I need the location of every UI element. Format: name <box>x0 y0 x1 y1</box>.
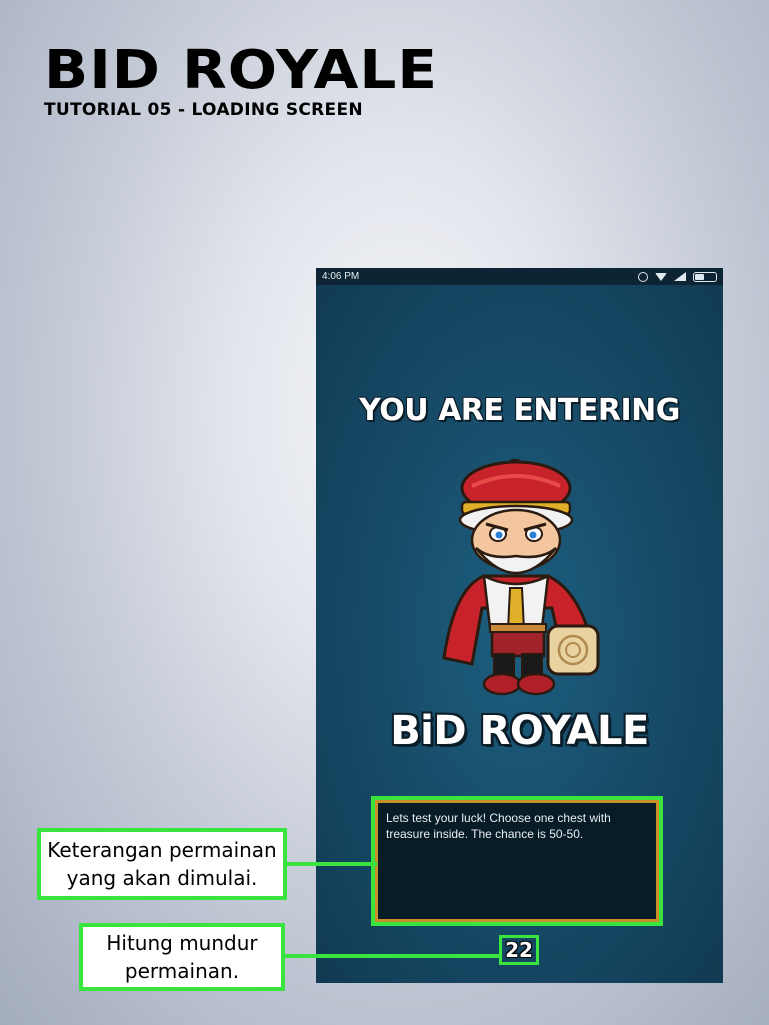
king-mascot-illustration <box>442 459 600 696</box>
phone-screen: 4:06 PM YOU ARE ENTERING BiD ROYALE Lets… <box>316 268 723 983</box>
battery-icon <box>693 271 717 282</box>
description-callout-line-1: Keterangan permainan <box>47 838 277 862</box>
status-time: 4:06 PM <box>322 271 360 282</box>
description-callout-line-2: yang akan dimulai. <box>66 866 258 890</box>
countdown-connector-line <box>285 954 500 958</box>
countdown-callout: Hitung mundur permainan. <box>79 923 285 991</box>
game-title-logo: BiD ROYALE <box>390 708 649 754</box>
countdown-callout-line-2: permainan. <box>124 959 240 983</box>
countdown-timer: 22 <box>499 935 539 965</box>
description-connector-line <box>287 862 377 866</box>
wifi-icon <box>655 272 667 281</box>
document-title: BID ROYALE <box>44 38 438 101</box>
signal-icon <box>674 272 686 281</box>
status-icons <box>638 271 717 282</box>
countdown-callout-line-1: Hitung mundur <box>106 931 258 955</box>
alarm-icon <box>638 271 648 282</box>
description-callout: Keterangan permainan yang akan dimulai. <box>37 828 287 900</box>
document-subtitle: TUTORIAL 05 - LOADING SCREEN <box>44 100 363 120</box>
entering-heading: YOU ARE ENTERING <box>359 393 680 428</box>
game-description-panel: Lets test your luck! Choose one chest wi… <box>371 796 663 926</box>
status-bar: 4:06 PM <box>316 268 723 285</box>
